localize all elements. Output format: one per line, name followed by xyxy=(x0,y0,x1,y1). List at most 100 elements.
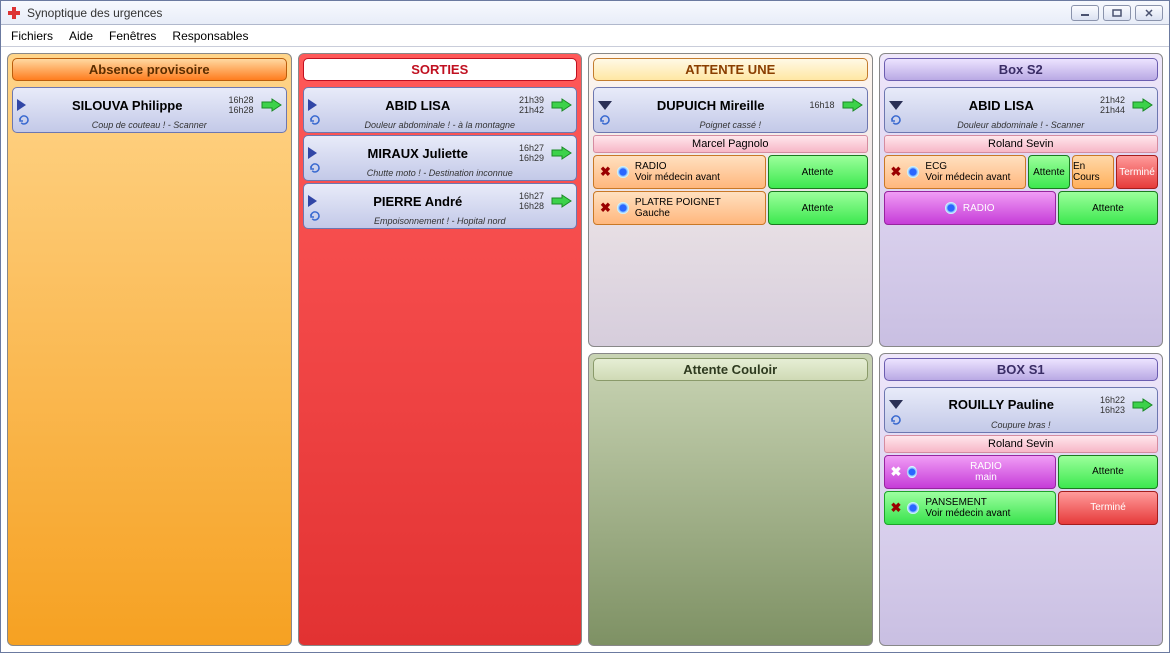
panel-header-attente-une: ATTENTE UNE xyxy=(593,58,868,81)
refresh-icon[interactable] xyxy=(889,413,903,430)
minimize-button[interactable] xyxy=(1071,5,1099,21)
patient-card[interactable]: ABID LISA 21h39 21h42 Douleur abdominale… xyxy=(303,87,578,133)
close-icon[interactable]: ✖ xyxy=(600,164,611,180)
task-text: ECG Voir médecin avant xyxy=(925,161,1010,183)
time-2: 16h23 xyxy=(1100,405,1125,415)
eye-icon xyxy=(907,466,917,478)
task-title: RADIO xyxy=(970,461,1002,472)
status-encours[interactable]: En Cours xyxy=(1072,155,1114,189)
status-attente[interactable]: Attente xyxy=(768,191,868,225)
task[interactable]: ✖ RADIO Voir médecin avant xyxy=(593,155,766,189)
play-icon[interactable] xyxy=(308,147,317,159)
patient-note: Empoisonnement ! - Hopital nord xyxy=(308,216,573,226)
time-1: 21h42 xyxy=(1100,95,1125,105)
status-termine[interactable]: Terminé xyxy=(1116,155,1158,189)
times: 16h27 16h29 xyxy=(519,143,544,163)
refresh-icon[interactable] xyxy=(308,209,322,226)
panel-absence-provisoire: Absence provisoire SILOUVA Philippe 16h2… xyxy=(7,53,292,646)
window-controls xyxy=(1071,5,1163,21)
patient-card[interactable]: SILOUVA Philippe 16h28 16h28 Coup de cou… xyxy=(12,87,287,133)
task[interactable]: ✖ PANSEMENT Voir médecin avant xyxy=(884,491,1057,525)
time-1: 16h27 xyxy=(519,143,544,153)
app-icon xyxy=(7,6,21,20)
refresh-icon[interactable] xyxy=(17,113,31,130)
task-row: RADIO Attente xyxy=(884,191,1159,225)
patient-card[interactable]: DUPUICH Mireille 16h18 Poignet cassé ! xyxy=(593,87,868,133)
menu-aide[interactable]: Aide xyxy=(69,29,93,43)
status-attente[interactable]: Attente xyxy=(1058,191,1158,225)
task[interactable]: ✖ RADIO main xyxy=(884,455,1057,489)
status-attente[interactable]: Attente xyxy=(1058,455,1158,489)
menu-responsables[interactable]: Responsables xyxy=(172,29,248,43)
board: ATTENTE UNE DUPUICH Mireille 16h18 Poign… xyxy=(1,47,1169,652)
task[interactable]: ✖ ECG Voir médecin avant xyxy=(884,155,1027,189)
task-sub: Voir médecin avant xyxy=(925,172,1010,183)
patient-name: DUPUICH Mireille xyxy=(618,98,803,113)
panel-header-sorties: SORTIES xyxy=(303,58,578,81)
panel-header-box-s2: Box S2 xyxy=(884,58,1159,81)
patient-note: Coup de couteau ! - Scanner xyxy=(17,120,282,130)
status-attente[interactable]: Attente xyxy=(1028,155,1070,189)
panel-header-couloir: Attente Couloir xyxy=(593,358,868,381)
task[interactable]: RADIO xyxy=(884,191,1057,225)
refresh-icon[interactable] xyxy=(889,113,903,130)
arrow-right-icon[interactable] xyxy=(260,98,282,112)
refresh-icon[interactable] xyxy=(308,113,322,130)
arrow-right-icon[interactable] xyxy=(550,146,572,160)
patient-card[interactable]: ROUILLY Pauline 16h22 16h23 Coupure bras… xyxy=(884,387,1159,433)
task-sub: main xyxy=(975,472,997,483)
task-text: PANSEMENT Voir médecin avant xyxy=(925,497,1010,519)
chevron-down-icon[interactable] xyxy=(889,101,903,110)
close-button[interactable] xyxy=(1135,5,1163,21)
times: 16h27 16h28 xyxy=(519,191,544,211)
time-1: 16h27 xyxy=(519,191,544,201)
close-icon[interactable]: ✖ xyxy=(600,200,611,216)
play-icon[interactable] xyxy=(17,99,26,111)
arrow-right-icon[interactable] xyxy=(550,98,572,112)
refresh-icon[interactable] xyxy=(598,113,612,130)
play-icon[interactable] xyxy=(308,195,317,207)
times: 16h22 16h23 xyxy=(1100,395,1125,415)
panel-body: SILOUVA Philippe 16h28 16h28 Coup de cou… xyxy=(8,85,291,645)
chevron-down-icon[interactable] xyxy=(889,400,903,409)
arrow-right-icon[interactable] xyxy=(1131,98,1153,112)
patient-card[interactable]: ABID LISA 21h42 21h44 Douleur abdominale… xyxy=(884,87,1159,133)
menu-fenetres[interactable]: Fenêtres xyxy=(109,29,156,43)
panel-body: DUPUICH Mireille 16h18 Poignet cassé ! M… xyxy=(589,85,872,346)
patient-note: Chutte moto ! - Destination inconnue xyxy=(308,168,573,178)
eye-icon xyxy=(907,502,919,514)
play-icon[interactable] xyxy=(308,99,317,111)
maximize-button[interactable] xyxy=(1103,5,1131,21)
arrow-right-icon[interactable] xyxy=(841,98,863,112)
arrow-right-icon[interactable] xyxy=(1131,398,1153,412)
close-icon[interactable]: ✖ xyxy=(891,464,902,480)
task-sub: Gauche xyxy=(635,208,721,219)
times: 21h39 21h42 xyxy=(519,95,544,115)
panel-body: ABID LISA 21h42 21h44 Douleur abdominale… xyxy=(880,85,1163,346)
eye-icon xyxy=(945,202,957,214)
task-row: ✖ PLATRE POIGNET Gauche Attente xyxy=(593,191,868,225)
patient-card[interactable]: PIERRE André 16h27 16h28 Empoisonnement … xyxy=(303,183,578,229)
status-attente[interactable]: Attente xyxy=(768,155,868,189)
task-title: RADIO xyxy=(963,203,995,214)
task-text: PLATRE POIGNET Gauche xyxy=(635,197,721,219)
task-text: RADIO Voir médecin avant xyxy=(635,161,720,183)
refresh-icon[interactable] xyxy=(308,161,322,178)
task-row: ✖ RADIO Voir médecin avant Attente xyxy=(593,155,868,189)
chevron-down-icon[interactable] xyxy=(598,101,612,110)
status-termine[interactable]: Terminé xyxy=(1058,491,1158,525)
times: 16h18 xyxy=(809,100,834,110)
time-1: 16h22 xyxy=(1100,395,1125,405)
close-icon[interactable]: ✖ xyxy=(891,164,902,180)
task[interactable]: ✖ PLATRE POIGNET Gauche xyxy=(593,191,766,225)
menu-fichiers[interactable]: Fichiers xyxy=(11,29,53,43)
eye-icon xyxy=(907,166,919,178)
task-title: ECG xyxy=(925,161,1010,172)
arrow-right-icon[interactable] xyxy=(550,194,572,208)
task-row: ✖ ECG Voir médecin avant Attente En Cour… xyxy=(884,155,1159,189)
patient-name: PIERRE André xyxy=(323,194,513,209)
window-title: Synoptique des urgences xyxy=(27,6,1065,20)
close-icon[interactable]: ✖ xyxy=(891,500,902,516)
patient-card[interactable]: MIRAUX Juliette 16h27 16h29 Chutte moto … xyxy=(303,135,578,181)
doctor-name: Roland Sevin xyxy=(884,435,1159,453)
